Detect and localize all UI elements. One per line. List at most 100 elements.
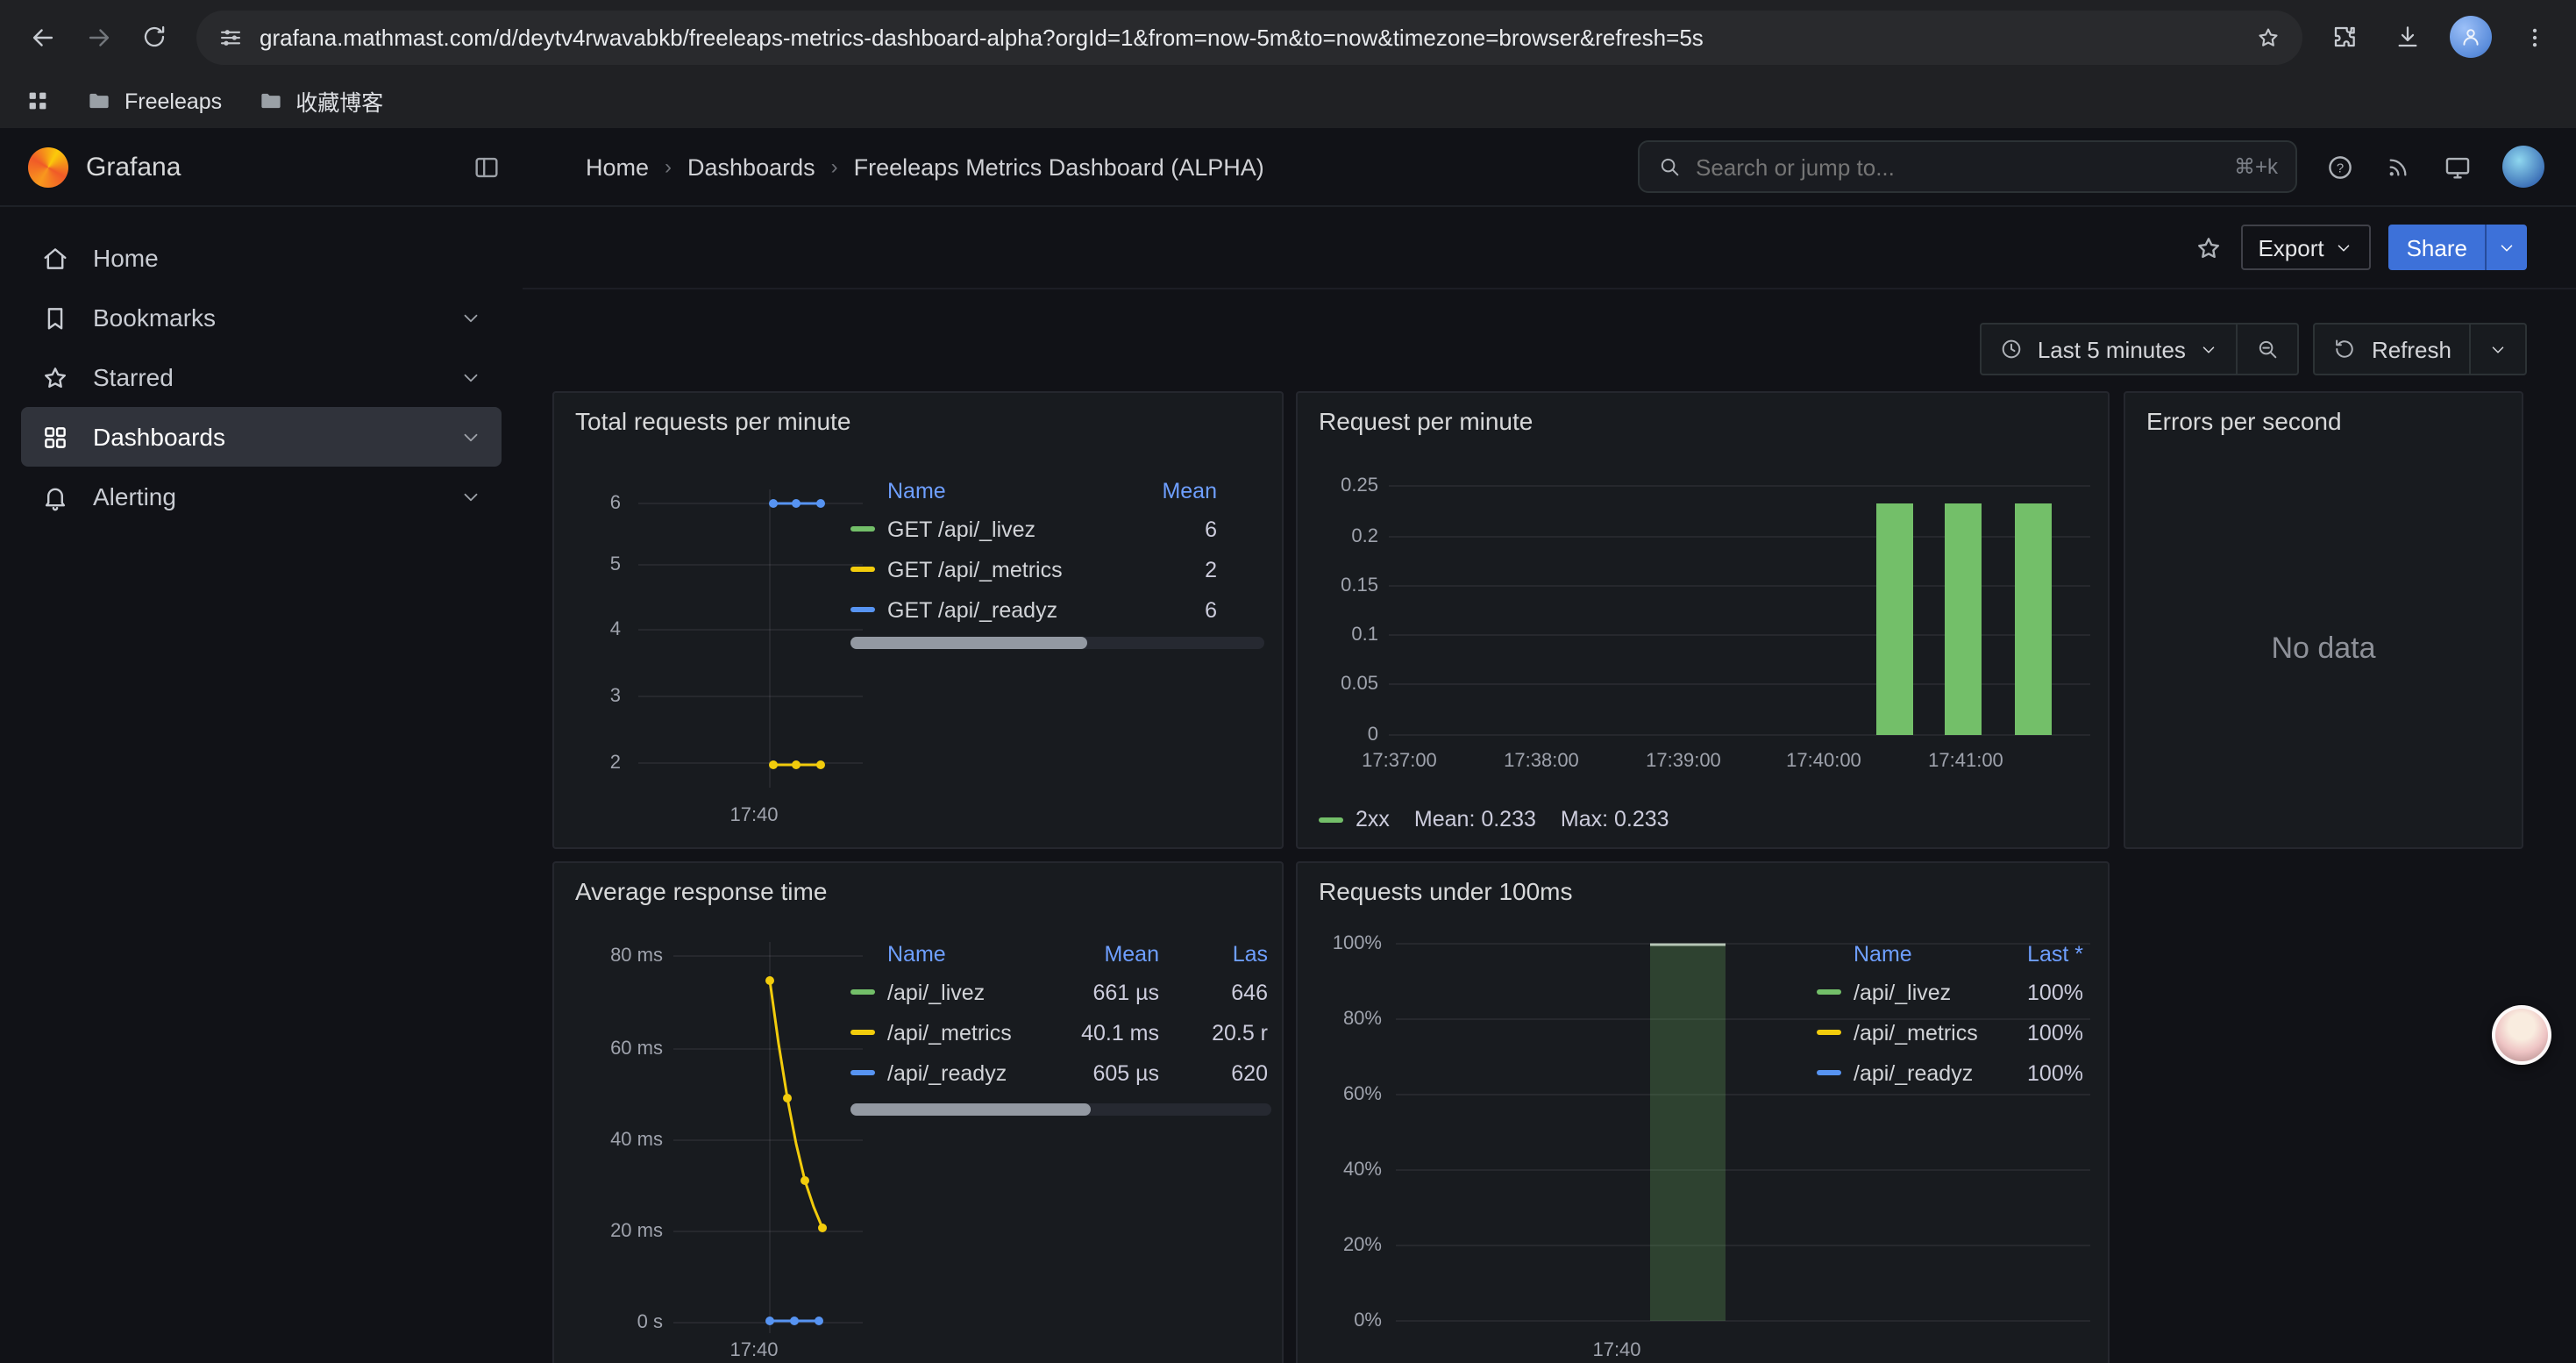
browser-menu-kebab-icon[interactable]	[2506, 9, 2562, 65]
x-tick: 17:40	[715, 1340, 793, 1361]
legend-scrollbar[interactable]	[850, 1103, 1271, 1116]
series-name[interactable]: GET /api/_livez	[887, 517, 1035, 541]
scrollbar-thumb[interactable]	[850, 637, 1086, 649]
series-name[interactable]: /api/_metrics	[1854, 1020, 1978, 1045]
y-tick: 6	[568, 493, 621, 514]
url-input[interactable]	[260, 24, 2239, 50]
legend-scrollbar[interactable]	[850, 637, 1264, 649]
search-input[interactable]	[1696, 153, 2220, 180]
bookmark-folder-freeleaps[interactable]: Freeleaps	[86, 88, 222, 114]
browser-toolbar	[0, 0, 2576, 74]
grafana-logo-icon[interactable]	[28, 146, 68, 187]
zoom-out-button[interactable]	[2238, 325, 2298, 374]
x-tick: 17:40:00	[1771, 751, 1876, 772]
bookmark-label: 收藏博客	[295, 84, 383, 118]
floating-avatar[interactable]	[2492, 1005, 2551, 1065]
sidebar-item-alerting[interactable]: Alerting	[21, 467, 502, 526]
chevron-down-icon[interactable]	[459, 425, 482, 448]
bookmark-label: Freeleaps	[125, 89, 222, 113]
series-name[interactable]: GET /api/_metrics	[887, 557, 1063, 582]
kiosk-monitor-icon[interactable]	[2443, 152, 2473, 182]
scrollbar-thumb[interactable]	[850, 1103, 1091, 1116]
sidebar-item-bookmarks[interactable]: Bookmarks	[21, 288, 502, 347]
legend-header-mean[interactable]: Mean	[1112, 479, 1217, 503]
series-name[interactable]: GET /api/_readyz	[887, 597, 1057, 622]
extensions-icon[interactable]	[2316, 9, 2373, 65]
y-tick: 60%	[1305, 1084, 1382, 1105]
downloads-icon[interactable]	[2380, 9, 2436, 65]
main-content: Export Share Last 5 minutes	[523, 207, 2576, 1363]
series-name[interactable]: /api/_livez	[1854, 980, 1951, 1004]
sidebar-item-dashboards[interactable]: Dashboards	[21, 407, 502, 467]
panel-title[interactable]: Errors per second	[2146, 407, 2342, 435]
share-button[interactable]: Share	[2389, 225, 2527, 270]
breadcrumb-separator: ›	[831, 154, 838, 179]
legend-header-last[interactable]: Last *	[1992, 942, 2083, 967]
series-last: 646	[1159, 980, 1268, 1004]
chevron-down-icon[interactable]	[459, 306, 482, 329]
legend-header-name[interactable]: Name	[850, 479, 1112, 503]
favorite-star-icon[interactable]	[2193, 232, 2223, 262]
share-caret[interactable]	[2485, 225, 2527, 270]
chevron-down-icon[interactable]	[459, 485, 482, 508]
search-box[interactable]: ⌘+k	[1638, 140, 2297, 193]
breadcrumb-dashboards[interactable]: Dashboards	[687, 153, 815, 180]
legend-header: Name Last *	[1817, 937, 2083, 972]
reload-button[interactable]	[126, 9, 182, 65]
series-name: 2xx	[1356, 807, 1390, 831]
apps-grid-icon[interactable]	[25, 88, 51, 114]
legend-table: Name Mean GET /api/_livez 6 GET /api/_me…	[850, 474, 1264, 630]
star-icon	[40, 362, 70, 392]
series-swatch	[1817, 1030, 1841, 1035]
legend-row: /api/_livez 100%	[1817, 972, 2083, 1012]
legend-header-mean[interactable]: Mean	[1054, 942, 1159, 967]
sidebar-collapse-icon[interactable]	[472, 152, 502, 182]
series-last: 100%	[1992, 1020, 2083, 1045]
browser-profile-avatar[interactable]	[2443, 9, 2499, 65]
series-swatch	[850, 989, 875, 995]
series-name[interactable]: /api/_metrics	[887, 1020, 1012, 1045]
share-label: Share	[2389, 225, 2485, 270]
back-button[interactable]	[14, 9, 70, 65]
legend-header-name[interactable]: Name	[1817, 942, 1992, 967]
chevron-down-icon	[2488, 339, 2508, 359]
legend-item[interactable]: 2xx	[1319, 807, 1390, 831]
time-range-button[interactable]: Last 5 minutes	[1982, 325, 2237, 374]
no-data-message: No data	[2125, 632, 2522, 667]
bookmark-star-icon[interactable]	[2255, 24, 2281, 50]
panel-requests-under-100ms: Requests under 100ms 100% 80% 60% 40%	[1296, 861, 2110, 1363]
panel-avg-response-time: Average response time	[552, 861, 1284, 1363]
y-tick: 80%	[1305, 1009, 1382, 1030]
refresh-interval-caret[interactable]	[2471, 325, 2525, 374]
export-button[interactable]: Export	[2240, 225, 2371, 270]
chevron-down-icon	[2335, 238, 2354, 257]
forward-button[interactable]	[70, 9, 126, 65]
series-swatch	[1817, 1070, 1841, 1075]
search-shortcut-badge: ⌘+k	[2234, 154, 2278, 179]
bookmark-folder-blog[interactable]: 收藏博客	[257, 84, 383, 118]
series-name[interactable]: /api/_livez	[887, 980, 985, 1004]
breadcrumb-current: Freeleaps Metrics Dashboard (ALPHA)	[854, 153, 1264, 180]
news-rss-icon[interactable]	[2385, 153, 2413, 181]
help-icon[interactable]: ?	[2325, 152, 2355, 182]
panel-errors-per-second: Errors per second No data	[2124, 391, 2523, 849]
series-name[interactable]: /api/_readyz	[1854, 1060, 1973, 1085]
sidebar-item-starred[interactable]: Starred	[21, 347, 502, 407]
sidebar-item-home[interactable]: Home	[21, 228, 502, 288]
breadcrumb-home[interactable]: Home	[586, 153, 649, 180]
legend-header-last[interactable]: Las	[1159, 942, 1268, 967]
profile-person-icon	[2450, 16, 2492, 58]
site-settings-icon[interactable]	[217, 24, 244, 50]
bookmarks-bar: Freeleaps 收藏博客	[0, 74, 2576, 128]
y-tick: 60 ms	[565, 1038, 663, 1060]
refresh-button[interactable]: Refresh	[2316, 325, 2469, 374]
x-tick: 17:40	[715, 805, 793, 826]
chevron-down-icon[interactable]	[459, 366, 482, 389]
omnibox[interactable]	[196, 10, 2302, 64]
y-tick: 20%	[1305, 1235, 1382, 1256]
series-name[interactable]: /api/_readyz	[887, 1060, 1007, 1085]
user-avatar[interactable]	[2502, 146, 2544, 188]
y-tick: 0.15	[1312, 575, 1378, 596]
legend-header-name[interactable]: Name	[850, 942, 1054, 967]
y-tick: 5	[568, 554, 621, 575]
